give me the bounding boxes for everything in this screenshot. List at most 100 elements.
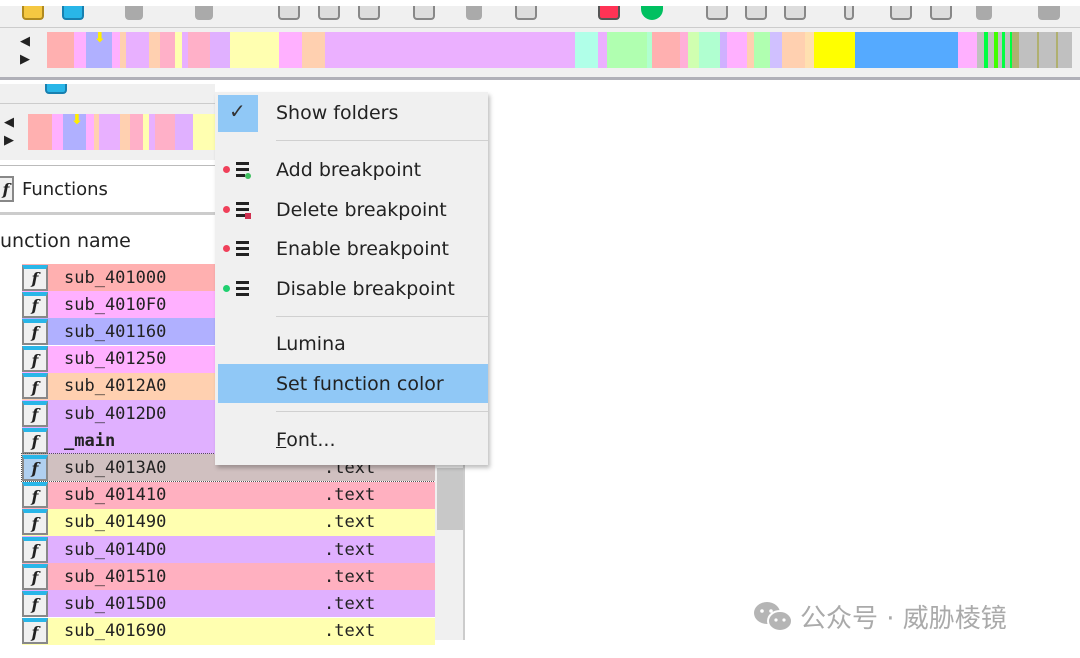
text-icon[interactable] bbox=[515, 6, 537, 20]
function-row[interactable]: f sub_4014D0 .text bbox=[22, 536, 435, 563]
band-segment[interactable] bbox=[28, 114, 53, 150]
nav-right-arrow-icon[interactable]: ▶ bbox=[4, 132, 14, 150]
menu-item-font[interactable]: Font... bbox=[215, 421, 488, 459]
band-segment[interactable] bbox=[699, 32, 720, 68]
open-icon[interactable] bbox=[22, 6, 44, 20]
band-segment[interactable] bbox=[1012, 32, 1019, 68]
tool-icon-2[interactable] bbox=[318, 6, 340, 20]
band-segment[interactable] bbox=[174, 114, 193, 150]
tool-icon-3[interactable] bbox=[358, 6, 380, 20]
band-segment[interactable]: ⬇ bbox=[63, 114, 87, 150]
band-segment[interactable] bbox=[119, 114, 130, 150]
debug-icon-6[interactable] bbox=[930, 6, 952, 20]
band-segment[interactable] bbox=[747, 32, 754, 68]
band-segment[interactable] bbox=[720, 32, 727, 68]
inner-toolbar bbox=[0, 84, 215, 104]
scrollbar-thumb[interactable] bbox=[437, 468, 463, 530]
band-segment[interactable] bbox=[210, 32, 230, 68]
menu-item-show-folders[interactable]: Show folders bbox=[215, 94, 488, 132]
back-icon[interactable] bbox=[125, 6, 143, 20]
band-segment[interactable] bbox=[154, 114, 175, 150]
band-segment[interactable] bbox=[958, 32, 977, 68]
band-segment[interactable] bbox=[805, 32, 814, 68]
band-segment[interactable] bbox=[149, 32, 160, 68]
function-icon: f bbox=[22, 346, 48, 373]
band-segment[interactable] bbox=[688, 32, 699, 68]
band-segment[interactable] bbox=[160, 32, 175, 68]
function-segment: .text bbox=[324, 566, 376, 587]
nav-left-arrow-icon[interactable]: ◀ bbox=[4, 114, 14, 132]
function-row[interactable]: f sub_401490 .text bbox=[22, 508, 435, 536]
band-segment[interactable] bbox=[754, 32, 770, 68]
tool-icon-1[interactable] bbox=[278, 6, 300, 20]
band-segment[interactable] bbox=[302, 32, 325, 68]
band-segment[interactable] bbox=[770, 32, 782, 68]
column-header-function-name[interactable]: unction name bbox=[0, 230, 215, 258]
menu-item-delete-breakpoint[interactable]: Delete breakpoint bbox=[215, 191, 488, 229]
save-icon[interactable] bbox=[45, 84, 67, 94]
band-segment[interactable] bbox=[129, 114, 144, 150]
band-segment[interactable] bbox=[652, 32, 680, 68]
function-icon: f bbox=[22, 536, 48, 563]
band-segment[interactable] bbox=[74, 32, 86, 68]
debug-icon-4[interactable] bbox=[844, 6, 854, 20]
band-segment[interactable] bbox=[727, 32, 747, 68]
navigation-band[interactable]: ⬇ bbox=[47, 32, 1072, 68]
band-segment[interactable] bbox=[279, 32, 302, 68]
tool-icon-4[interactable] bbox=[413, 6, 435, 20]
nav-right-arrow-icon[interactable]: ▶ bbox=[20, 51, 30, 69]
dropdown-icon-2[interactable] bbox=[976, 6, 992, 20]
band-segment[interactable] bbox=[1058, 32, 1072, 68]
menu-item-add-breakpoint[interactable]: Add breakpoint bbox=[215, 151, 488, 189]
function-icon: f bbox=[22, 427, 48, 454]
menu-item-enable-breakpoint[interactable]: Enable breakpoint bbox=[215, 230, 488, 268]
band-segment[interactable] bbox=[188, 32, 210, 68]
band-segment[interactable] bbox=[325, 32, 575, 68]
function-segment: .text bbox=[324, 539, 376, 560]
band-segment[interactable] bbox=[230, 32, 279, 68]
save-icon[interactable] bbox=[62, 6, 84, 20]
band-segment[interactable] bbox=[814, 32, 855, 68]
navigation-band[interactable]: ⬇ bbox=[28, 114, 215, 150]
band-segment[interactable] bbox=[47, 32, 74, 68]
function-row[interactable]: f sub_401510 .text bbox=[22, 563, 435, 591]
nav-left-arrow-icon[interactable]: ◀ bbox=[20, 33, 30, 51]
play-icon[interactable] bbox=[1038, 6, 1060, 20]
band-segment[interactable]: ⬇ bbox=[86, 32, 112, 68]
function-name: sub_4014D0 bbox=[64, 539, 167, 560]
dropdown-icon[interactable] bbox=[466, 6, 482, 20]
band-segment[interactable] bbox=[598, 32, 607, 68]
band-segment[interactable] bbox=[1039, 32, 1056, 68]
band-segment[interactable] bbox=[977, 32, 984, 68]
band-segment[interactable] bbox=[99, 114, 120, 150]
debug-icon-2[interactable] bbox=[745, 6, 767, 20]
band-segment[interactable] bbox=[1019, 32, 1037, 68]
band-segment[interactable] bbox=[782, 32, 805, 68]
debug-icon-3[interactable] bbox=[784, 6, 806, 20]
forward-icon[interactable] bbox=[195, 6, 213, 20]
band-segment[interactable] bbox=[86, 114, 94, 150]
band-segment[interactable] bbox=[112, 32, 120, 68]
function-name: sub_401510 bbox=[64, 566, 167, 587]
debug-icon-5[interactable] bbox=[890, 6, 912, 20]
band-segment[interactable] bbox=[575, 32, 598, 68]
debug-icon-1[interactable] bbox=[706, 6, 728, 20]
band-segment[interactable] bbox=[607, 32, 647, 68]
menu-item-set-function-color[interactable]: Set function color bbox=[218, 364, 488, 403]
functions-title-bar[interactable]: f Functions bbox=[0, 165, 215, 215]
menu-item-lumina[interactable]: Lumina bbox=[215, 325, 488, 363]
band-segment[interactable] bbox=[680, 32, 688, 68]
band-segment[interactable] bbox=[855, 32, 958, 68]
function-icon: f bbox=[22, 590, 48, 617]
band-segment[interactable] bbox=[175, 32, 182, 68]
run-icon[interactable] bbox=[641, 6, 663, 20]
band-segment[interactable] bbox=[52, 114, 64, 150]
stop-icon[interactable] bbox=[598, 6, 620, 20]
band-segment[interactable] bbox=[126, 32, 149, 68]
function-row[interactable]: f sub_401410 .text bbox=[22, 481, 435, 509]
band-segment[interactable] bbox=[192, 114, 215, 150]
menu-item-disable-breakpoint[interactable]: Disable breakpoint bbox=[215, 270, 488, 308]
current-position-arrow-icon: ⬇ bbox=[94, 32, 106, 46]
function-row[interactable]: f sub_4015D0 .text bbox=[22, 590, 435, 618]
function-row[interactable]: f sub_401690 .text bbox=[22, 617, 435, 645]
